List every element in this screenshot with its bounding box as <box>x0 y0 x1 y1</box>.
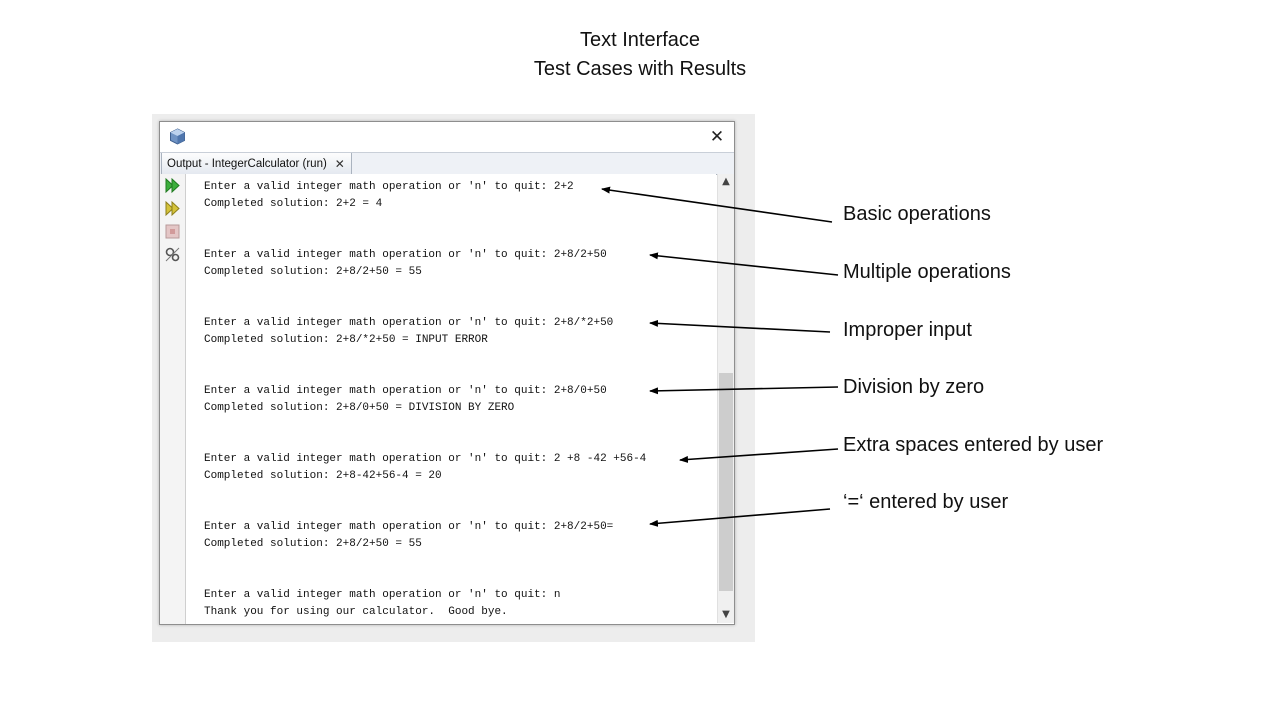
arrow-improper-input <box>649 319 831 333</box>
arrow-basic-operations <box>601 186 833 223</box>
arrow-division-by-zero <box>649 386 839 395</box>
arrow-equals-entered <box>649 508 831 527</box>
arrow-multiple-operations <box>649 252 839 276</box>
arrow-extra-spaces <box>679 448 839 463</box>
annotation-arrows <box>601 186 839 527</box>
